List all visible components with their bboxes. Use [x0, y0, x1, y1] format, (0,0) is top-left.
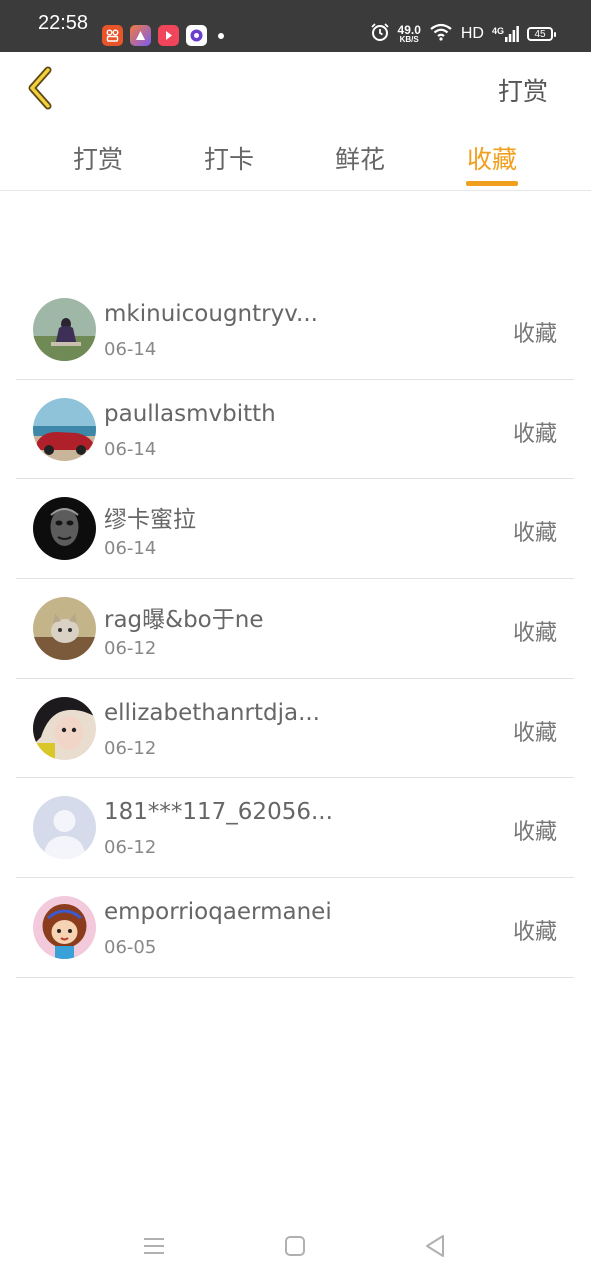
list-item[interactable]: paullasmvbitth 06-14 收藏	[16, 380, 574, 480]
user-name: emporrioqaermanei	[104, 899, 332, 926]
date: 06-12	[104, 837, 157, 859]
chevron-left-icon	[28, 66, 52, 110]
hd-indicator: HD	[460, 25, 484, 42]
action-type: 收藏	[512, 820, 557, 846]
network-type: 4G	[491, 26, 504, 36]
action-type: 收藏	[512, 720, 557, 746]
status-bar: 22:58 49.0 KB/S HD 4G 45	[0, 0, 591, 52]
wifi-icon	[429, 23, 453, 45]
list-item[interactable]: emporrioqaermanei 06-05 收藏	[16, 878, 574, 978]
reward-action-button[interactable]: 打赏	[498, 72, 548, 108]
list-item[interactable]: 181***117_62056... 06-12 收藏	[16, 778, 574, 879]
list-item[interactable]: rag曝&bo于ne 06-12 收藏	[16, 579, 574, 679]
action-type: 收藏	[512, 521, 557, 547]
user-name: 缪卡蜜拉	[104, 507, 196, 534]
app-notification-icon	[130, 25, 151, 46]
cellular-signal-icon: 4G	[492, 26, 519, 42]
system-nav-bar	[0, 1210, 591, 1280]
app-notification-icon	[158, 25, 179, 46]
network-speed: 49.0 KB/S	[398, 24, 421, 44]
status-app-icons	[102, 25, 207, 46]
status-time: 22:58	[38, 12, 89, 34]
action-type: 收藏	[512, 920, 557, 946]
avatar	[33, 796, 96, 860]
action-type: 收藏	[512, 421, 557, 447]
status-indicators: 49.0 KB/S HD 4G 45	[370, 22, 556, 46]
tab-favorites[interactable]: 收藏	[447, 140, 537, 176]
date: 06-05	[104, 937, 157, 959]
active-tab-indicator	[466, 181, 518, 186]
date: 06-12	[104, 638, 157, 660]
user-name: paullasmvbitth	[104, 400, 276, 427]
tab-bar: 打赏 打卡 鲜花 收藏	[0, 124, 591, 191]
list-item[interactable]: 缪卡蜜拉 06-14 收藏	[16, 479, 574, 580]
user-name: 181***117_62056...	[104, 799, 333, 826]
avatar	[33, 497, 96, 561]
list-item[interactable]: ellizabethanrtdja... 06-12 收藏	[16, 679, 574, 779]
date: 06-12	[104, 737, 157, 759]
back-triangle-icon	[426, 1235, 444, 1257]
action-type: 收藏	[512, 322, 557, 347]
user-name: ellizabethanrtdja...	[104, 699, 320, 726]
tab-reward[interactable]: 打赏	[53, 140, 143, 176]
favorites-list: mkinuicougntryv... 06-14 收藏 paullasmvbit…	[16, 280, 574, 978]
more-notifications-dot	[218, 33, 224, 39]
user-name: mkinuicougntryv...	[104, 301, 318, 327]
tab-flowers[interactable]: 鲜花	[315, 140, 405, 176]
top-bar: 打赏	[0, 52, 591, 124]
network-speed-unit: KB/S	[399, 35, 419, 44]
tab-checkin[interactable]: 打卡	[184, 140, 274, 176]
avatar	[33, 397, 96, 461]
app-notification-icon	[102, 25, 123, 46]
menu-icon	[144, 1238, 164, 1254]
user-name: rag曝&bo于ne	[104, 607, 264, 634]
list-item[interactable]: mkinuicougntryv... 06-14 收藏	[16, 280, 574, 380]
back-button[interactable]	[20, 64, 60, 112]
date: 06-14	[104, 538, 157, 560]
date: 06-14	[104, 339, 157, 360]
avatar	[33, 298, 96, 361]
app-notification-icon	[186, 25, 207, 46]
home-square-icon	[285, 1236, 305, 1256]
home-button[interactable]	[281, 1232, 309, 1260]
battery-indicator: 45	[527, 27, 556, 41]
avatar	[33, 696, 96, 760]
action-type: 收藏	[512, 621, 557, 647]
avatar	[33, 597, 96, 661]
alarm-icon	[370, 22, 390, 46]
date: 06-14	[104, 438, 157, 460]
menu-button[interactable]	[140, 1232, 168, 1260]
avatar	[33, 896, 96, 960]
system-back-button[interactable]	[421, 1232, 449, 1260]
